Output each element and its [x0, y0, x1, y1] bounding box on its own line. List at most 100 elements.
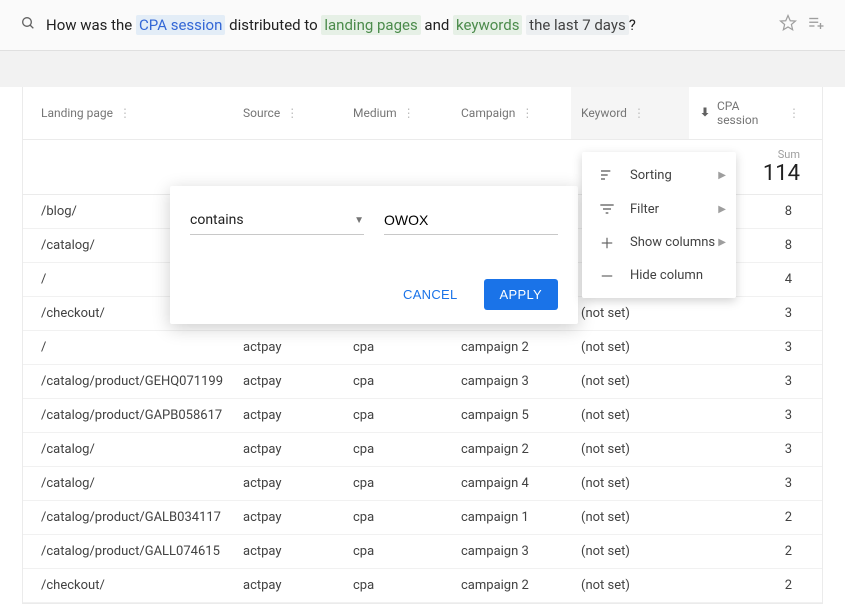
search-icon [20, 15, 36, 35]
column-label: CPA session [717, 99, 782, 127]
filter-popover: contains ▼ CANCEL APPLY [170, 186, 578, 324]
cell-campaign: campaign 3 [451, 365, 571, 398]
cell-keyword: (not set) [571, 467, 689, 500]
filter-value-input[interactable] [384, 206, 558, 235]
more-vert-icon[interactable]: ⋮ [286, 106, 298, 120]
cell-cpa: 3 [689, 467, 822, 500]
cell-campaign: campaign 2 [451, 569, 571, 602]
toolbar-spacer [0, 51, 845, 87]
cell-source: actpay [233, 433, 343, 466]
table-row[interactable]: /catalog/actpaycpacampaign 2(not set)3 [23, 433, 822, 467]
cell-keyword: (not set) [571, 569, 689, 602]
column-header-medium[interactable]: Medium ⋮ [343, 87, 451, 139]
more-vert-icon[interactable]: ⋮ [788, 106, 800, 120]
column-label: Source [243, 106, 280, 120]
sort-desc-icon [699, 106, 711, 121]
table-row[interactable]: /catalog/product/GALL074615actpaycpacamp… [23, 535, 822, 569]
background-letters: H H H [6, 348, 16, 426]
cell-cpa: 3 [689, 433, 822, 466]
column-label: Campaign [461, 106, 515, 120]
menu-label: Sorting [630, 168, 672, 183]
plus-icon [598, 236, 616, 250]
cell-landing-page: /catalog/product/GEHQ071199 [23, 365, 233, 398]
cell-medium: cpa [343, 365, 451, 398]
cell-landing-page: /catalog/product/GAPB058617 [23, 399, 233, 432]
more-vert-icon[interactable]: ⋮ [521, 106, 533, 120]
table-row[interactable]: /catalog/actpaycpacampaign 4(not set)3 [23, 467, 822, 501]
more-vert-icon[interactable]: ⋮ [633, 106, 645, 120]
cell-campaign: campaign 1 [451, 501, 571, 534]
caret-down-icon: ▼ [354, 215, 364, 226]
search-bar: How was the CPA session distributed to l… [0, 0, 845, 51]
cell-source: actpay [233, 331, 343, 364]
cell-medium: cpa [343, 433, 451, 466]
cell-campaign: campaign 2 [451, 433, 571, 466]
cell-landing-page: / [23, 331, 233, 364]
menu-item-sorting[interactable]: Sorting ▶ [582, 158, 736, 192]
query-text[interactable]: How was the CPA session distributed to l… [46, 16, 769, 34]
filter-operator-select[interactable]: contains ▼ [190, 206, 364, 235]
cell-landing-page: /catalog/ [23, 433, 233, 466]
column-label: Keyword [581, 106, 627, 120]
cell-campaign: campaign 2 [451, 331, 571, 364]
menu-label: Filter [630, 202, 659, 217]
cell-campaign: campaign 5 [451, 399, 571, 432]
table-header: Landing page ⋮ Source ⋮ Medium ⋮ Campaig… [23, 87, 822, 140]
table-row[interactable]: /checkout/actpaycpacampaign 2(not set)2 [23, 569, 822, 603]
cell-source: actpay [233, 365, 343, 398]
menu-item-show-columns[interactable]: Show columns ▶ [582, 226, 736, 259]
cell-landing-page: /catalog/ [23, 467, 233, 500]
cell-medium: cpa [343, 399, 451, 432]
column-header-campaign[interactable]: Campaign ⋮ [451, 87, 571, 139]
cell-keyword: (not set) [571, 297, 689, 330]
chevron-right-icon: ▶ [718, 170, 726, 181]
cell-keyword: (not set) [571, 365, 689, 398]
menu-item-filter[interactable]: Filter ▶ [582, 192, 736, 226]
cancel-button[interactable]: CANCEL [387, 279, 474, 310]
cell-cpa: 2 [689, 501, 822, 534]
cell-cpa: 3 [689, 297, 822, 330]
cell-medium: cpa [343, 569, 451, 602]
column-header-landing-page[interactable]: Landing page ⋮ [23, 87, 233, 139]
cell-keyword: (not set) [571, 331, 689, 364]
more-vert-icon[interactable]: ⋮ [119, 106, 131, 120]
cell-source: actpay [233, 501, 343, 534]
cell-landing-page: /checkout/ [23, 569, 233, 602]
cell-source: actpay [233, 467, 343, 500]
column-header-cpa-session[interactable]: CPA session ⋮ [689, 87, 822, 139]
column-header-source[interactable]: Source ⋮ [233, 87, 343, 139]
menu-label: Show columns [630, 235, 715, 250]
cell-source: actpay [233, 569, 343, 602]
add-to-list-icon[interactable] [807, 14, 825, 36]
table-row[interactable]: /catalog/product/GAPB058617actpaycpacamp… [23, 399, 822, 433]
column-label: Medium [353, 106, 397, 120]
cell-medium: cpa [343, 467, 451, 500]
cell-keyword: (not set) [571, 433, 689, 466]
cell-keyword: (not set) [571, 399, 689, 432]
cell-cpa: 3 [689, 399, 822, 432]
cell-landing-page: /catalog/product/GALB034117 [23, 501, 233, 534]
apply-button[interactable]: APPLY [484, 279, 558, 310]
column-label: Landing page [41, 106, 113, 120]
table-row[interactable]: /catalog/product/GEHQ071199actpaycpacamp… [23, 365, 822, 399]
sorting-icon [598, 167, 616, 183]
minus-icon [598, 269, 616, 283]
cell-medium: cpa [343, 501, 451, 534]
menu-item-hide-column[interactable]: Hide column [582, 259, 736, 292]
column-header-keyword[interactable]: Keyword ⋮ [571, 87, 689, 139]
column-menu: Sorting ▶ Filter ▶ Show columns ▶ Hide c… [582, 152, 736, 298]
cell-cpa: 3 [689, 331, 822, 364]
filter-icon [598, 201, 616, 217]
chevron-right-icon: ▶ [718, 237, 726, 248]
star-icon[interactable] [779, 14, 797, 36]
cell-cpa: 2 [689, 569, 822, 602]
cell-campaign: campaign 4 [451, 467, 571, 500]
menu-label: Hide column [630, 268, 703, 283]
table-row[interactable]: /actpaycpacampaign 2(not set)3 [23, 331, 822, 365]
cell-medium: cpa [343, 331, 451, 364]
table-row[interactable]: /catalog/product/GALB034117actpaycpacamp… [23, 501, 822, 535]
cell-keyword: (not set) [571, 501, 689, 534]
more-vert-icon[interactable]: ⋮ [403, 106, 415, 120]
cell-cpa: 3 [689, 365, 822, 398]
filter-operator-value: contains [190, 212, 244, 228]
